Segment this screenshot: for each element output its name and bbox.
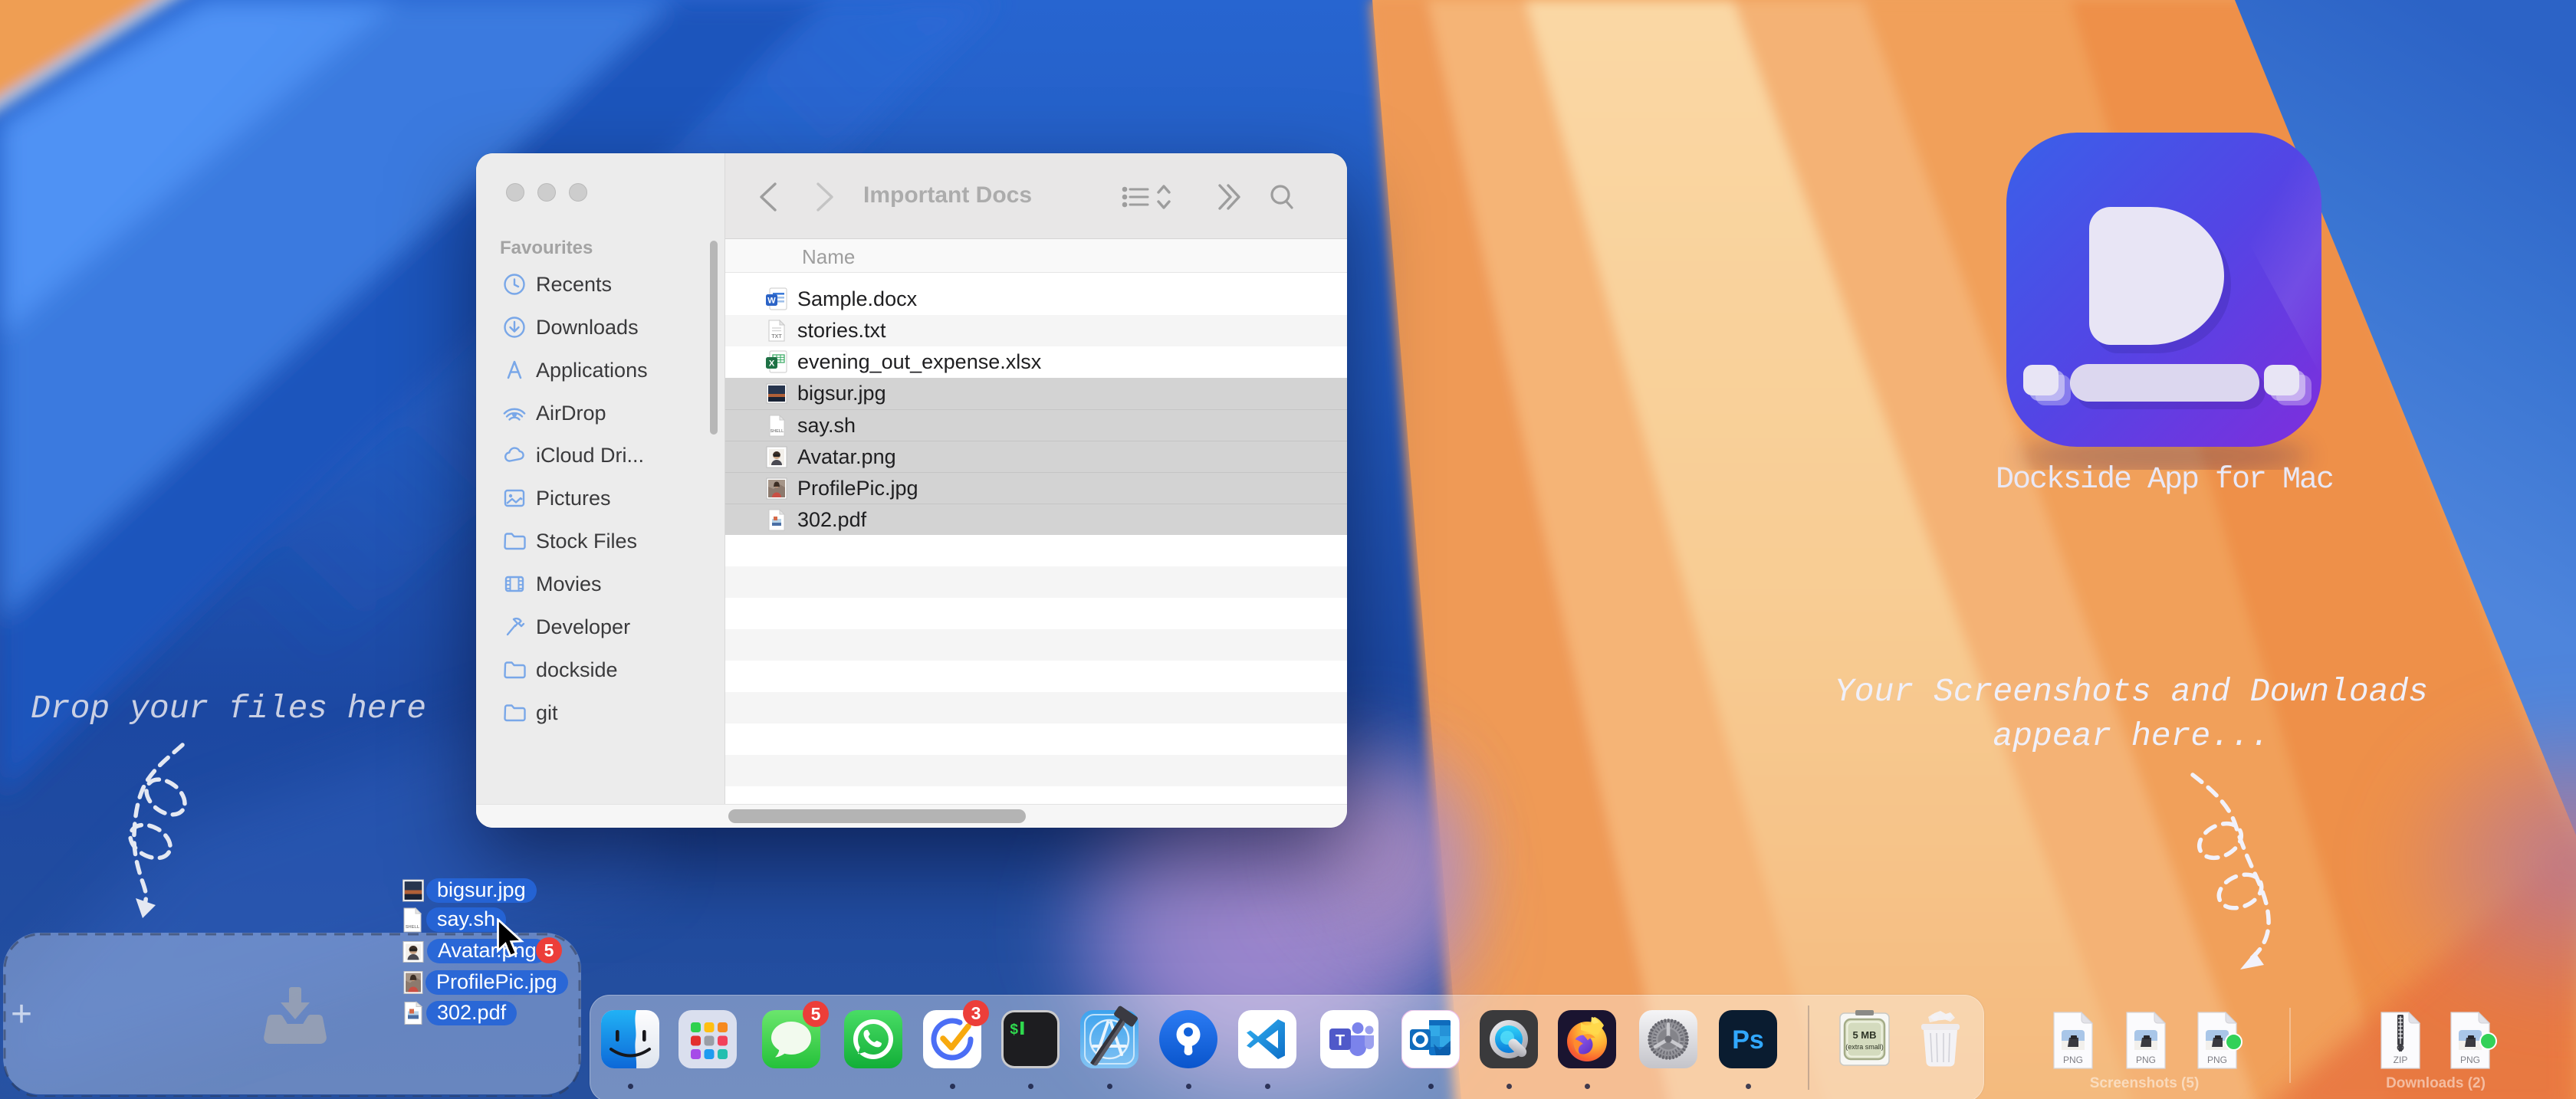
svg-text:T: T [1336,1032,1345,1049]
svg-text:X: X [769,359,775,369]
svg-text:PNG: PNG [2207,1055,2227,1065]
svg-text:(extra small): (extra small) [1845,1043,1884,1051]
svg-text:SHELL: SHELL [406,925,420,930]
svg-text:PNG: PNG [2460,1055,2480,1065]
svg-text:$: $ [1010,1022,1018,1038]
svg-text:PNG: PNG [2063,1055,2083,1065]
svg-text:W: W [767,297,776,306]
svg-text:ZIP: ZIP [2394,1055,2408,1065]
svg-text:TXT: TXT [771,334,782,340]
svg-text:PNG: PNG [2136,1055,2156,1065]
svg-text:Ps: Ps [1732,1025,1764,1055]
svg-text:SHELL: SHELL [770,429,784,434]
svg-text:5 MB: 5 MB [1852,1029,1876,1041]
